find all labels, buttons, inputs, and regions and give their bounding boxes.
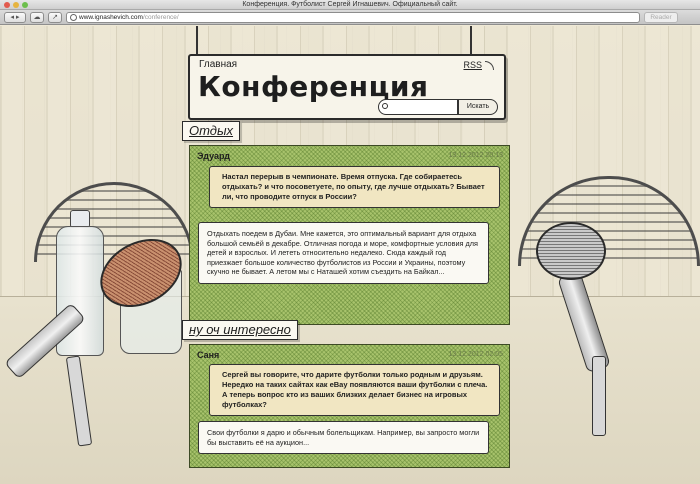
- close-window-button[interactable]: [4, 2, 10, 8]
- share-button[interactable]: ↗: [48, 12, 62, 23]
- header-sign: Главная RSS Конференция Искать: [188, 54, 506, 120]
- post-card: Эдуард 13.12.2012 20:13 Настал перерыв в…: [189, 145, 510, 325]
- question-bubble: Сергей вы говорите, что дарите футболки …: [209, 364, 500, 416]
- browser-toolbar: ◂ ▸ ☁ ↗ www.ignashevich.com/conference/ …: [0, 10, 700, 25]
- microphone-stand-illustration: [592, 356, 606, 436]
- answer-bubble: Отдыхать поедем в Дубаи. Мне кажется, эт…: [198, 222, 489, 284]
- post-date: 13.12.2012 20:13: [448, 152, 504, 159]
- page-content: Главная RSS Конференция Искать Отдых Эду…: [0, 26, 700, 484]
- window-titlebar: Конференция. Футболист Сергей Игнашевич.…: [0, 0, 700, 10]
- zoom-window-button[interactable]: [22, 2, 28, 8]
- post-date: 13.12.2012 02:05: [448, 351, 504, 358]
- microphone-head-illustration: [536, 222, 606, 280]
- post-author: Эдуард: [197, 151, 230, 161]
- cloud-tabs-button[interactable]: ☁: [30, 12, 44, 23]
- rss-icon[interactable]: [485, 61, 494, 70]
- rss-link[interactable]: RSS: [463, 60, 482, 70]
- reader-button[interactable]: Reader: [644, 12, 678, 23]
- sign-string: [470, 26, 472, 54]
- post-author: Саня: [197, 350, 220, 360]
- back-forward-buttons[interactable]: ◂ ▸: [4, 12, 26, 23]
- search-input[interactable]: [378, 99, 458, 115]
- url-host: www.ignashevich.com: [79, 14, 143, 21]
- topic-title[interactable]: ну оч интересно: [182, 320, 298, 340]
- minimize-window-button[interactable]: [13, 2, 19, 8]
- topic-title[interactable]: Отдых: [182, 121, 241, 141]
- answer-bubble: Свои футболки я дарю и обычным болельщик…: [198, 421, 489, 455]
- home-link[interactable]: Главная: [199, 59, 237, 70]
- globe-icon: [70, 14, 77, 21]
- question-bubble: Настал перерыв в чемпионате. Время отпус…: [209, 166, 500, 208]
- post-card: Саня 13.12.2012 02:05 Сергей вы говорите…: [189, 344, 510, 468]
- search-form: Искать: [378, 99, 500, 117]
- search-icon: [382, 103, 388, 109]
- address-bar[interactable]: www.ignashevich.com/conference/: [66, 12, 640, 23]
- url-path: /conference/: [142, 14, 179, 21]
- window-title: Конференция. Футболист Сергей Игнашевич.…: [242, 1, 458, 8]
- sign-string: [196, 26, 198, 54]
- search-button[interactable]: Искать: [458, 99, 498, 115]
